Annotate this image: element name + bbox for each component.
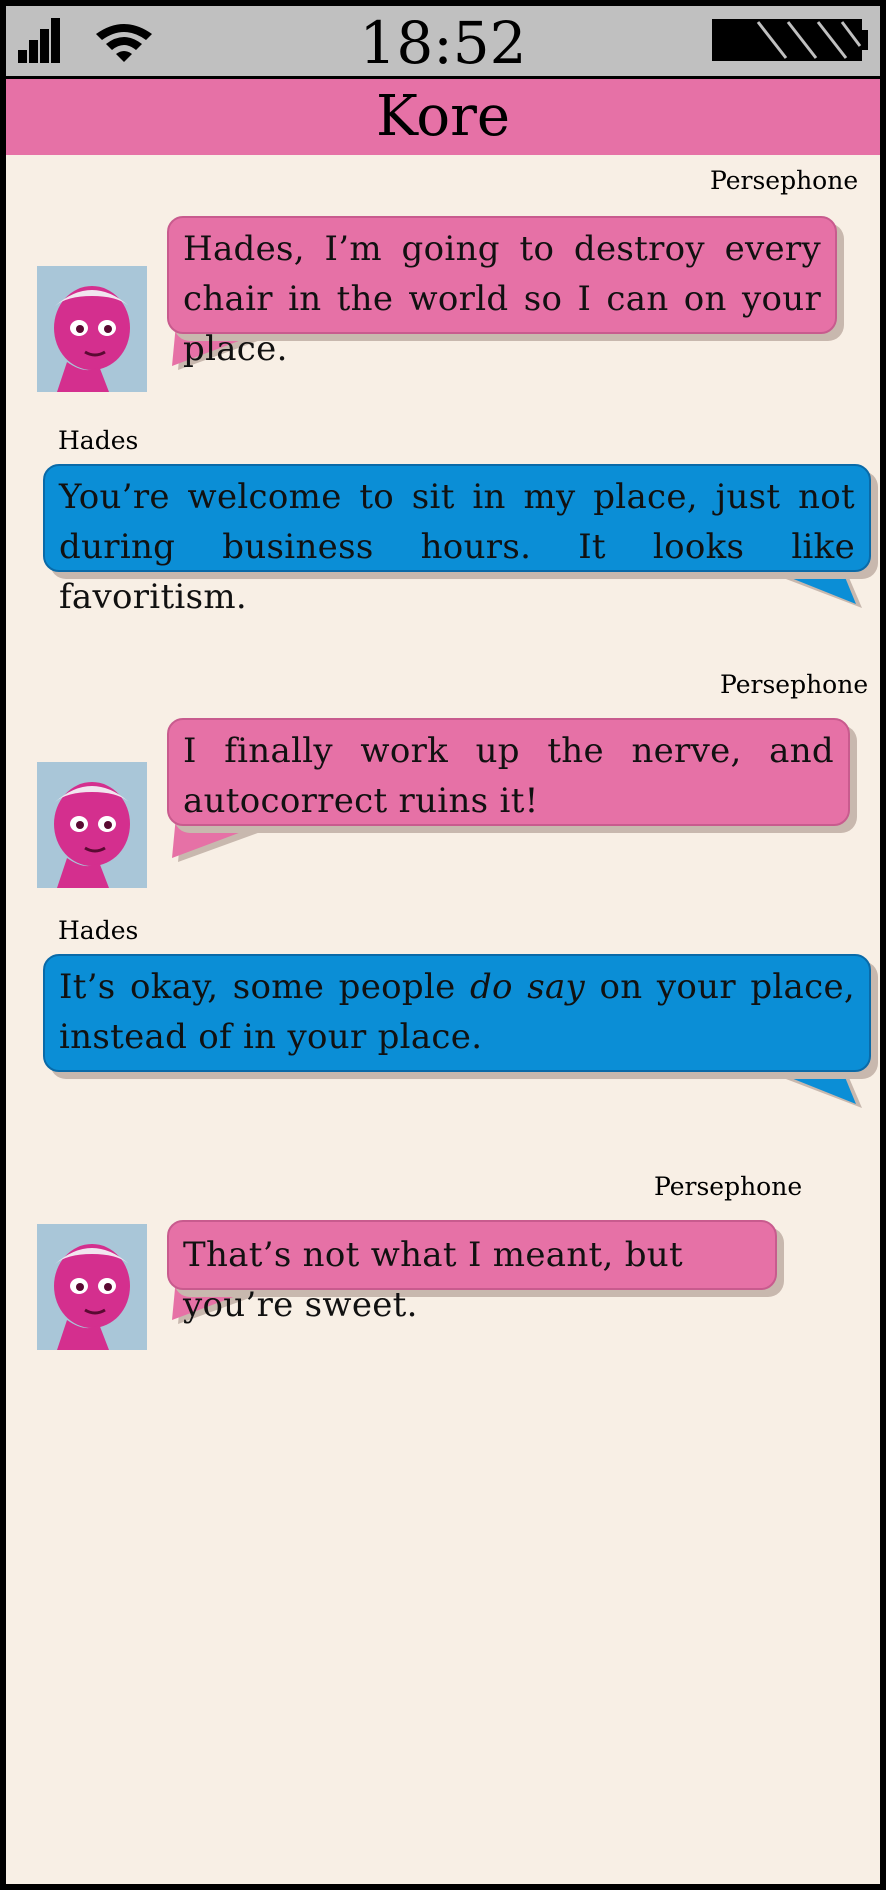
contact-name: Kore [376,84,510,149]
sender-name: Persephone [710,166,859,195]
persephone-avatar[interactable] [37,266,147,392]
message-text: You’re welcome to sit in my place, just … [59,477,855,617]
sender-name: Persephone [654,1172,803,1201]
persephone-avatar[interactable] [37,762,147,888]
sender-name: Hades [58,426,139,455]
persephone-avatar[interactable] [37,1224,147,1350]
message-bubble-persephone[interactable]: That’s not what I meant, but you’re swee… [167,1220,777,1325]
message-bubble-persephone[interactable]: Hades, I’m going to destroy every chair … [167,216,837,369]
message-bubble-hades[interactable]: You’re welcome to sit in my place, just … [43,464,871,617]
message-text: That’s not what I meant, but you’re swee… [183,1235,683,1325]
chat-header: Kore [6,79,880,155]
message-text: I finally work up the nerve, and autocor… [183,731,834,821]
message-text: It’s okay, some people do say on your pl… [59,962,855,1062]
sender-name: Hades [58,916,139,945]
sender-name: Persephone [720,670,869,699]
message-bubble-persephone[interactable]: I finally work up the nerve, and autocor… [167,718,850,826]
message-bubble-hades[interactable]: It’s okay, some people do say on your pl… [43,954,871,1072]
message-text-part: It’s okay, some people [59,967,470,1007]
message-emphasis: do say [469,967,586,1007]
phone-screen: 18:52 Kore Persephone Hades, I’m going t… [0,0,886,1890]
battery-icon [712,19,868,61]
message-text: Hades, I’m going to destroy every chair … [183,229,821,369]
status-bar: 18:52 [6,6,880,79]
